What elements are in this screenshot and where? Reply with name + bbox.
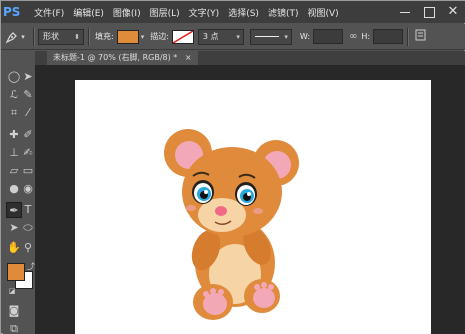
- stroke-label: 描边:: [150, 32, 169, 41]
- toe-pad: [261, 282, 267, 288]
- menu-edit[interactable]: 编辑(E): [73, 6, 104, 19]
- fill-color-swatch[interactable]: [116, 29, 139, 44]
- dodge-tool-icon[interactable]: ◉: [20, 181, 36, 197]
- chevron-down-icon: ▾: [140, 32, 145, 41]
- menu-file[interactable]: 文件(F): [34, 6, 64, 19]
- toe-pad: [254, 284, 260, 290]
- maximize-button[interactable]: [422, 5, 436, 19]
- history-brush-tool-icon[interactable]: ✍: [20, 145, 36, 161]
- tool-mode-value: 形状: [43, 32, 59, 41]
- menu-type[interactable]: 文字(Y): [189, 6, 220, 19]
- eye-highlight: [247, 192, 251, 196]
- cheek: [186, 205, 196, 211]
- ellipse-tool-icon[interactable]: ⬭: [20, 220, 36, 236]
- default-colors-icon[interactable]: ◪: [4, 283, 20, 299]
- cheek: [253, 208, 263, 214]
- separator: [407, 27, 409, 46]
- height-label: H:: [361, 32, 371, 41]
- minimize-button[interactable]: [398, 5, 412, 19]
- stroke-line-preview: [254, 36, 279, 37]
- photoshop-window: PS 文件(F) 编辑(E) 图像(I) 图层(L) 文字(Y) 选择(S) 滤…: [0, 0, 465, 334]
- close-button[interactable]: ✕: [446, 5, 460, 19]
- chevron-down-icon: ▾: [284, 32, 288, 41]
- document-canvas[interactable]: [75, 80, 431, 334]
- type-tool-icon[interactable]: T: [20, 202, 36, 218]
- chevron-down-icon: ▾: [236, 32, 240, 41]
- menu-view[interactable]: 视图(V): [307, 6, 338, 19]
- separator: [33, 27, 34, 46]
- path-operations-button[interactable]: [414, 29, 430, 45]
- stroke-width-value: 3 点: [202, 32, 219, 41]
- document-tab-title: 未标题-1 @ 70% (右脚, RGB/8) *: [53, 53, 178, 62]
- menu-bar: PS 文件(F) 编辑(E) 图像(I) 图层(L) 文字(Y) 选择(S) 滤…: [1, 1, 465, 23]
- move-tool-icon[interactable]: ➤: [20, 69, 36, 85]
- updown-arrow-icon: ⬍: [74, 32, 80, 41]
- tab-close-icon[interactable]: ×: [185, 53, 192, 62]
- toolbox: ◯ ➤ ℒ ✎ ⌗ ⁄ ✚ ✐ ⊥ ✍ ▱ ▭ ● ◉ ✒ T ➤ ⬭ ✋ ⚲ …: [3, 65, 35, 334]
- menu-select[interactable]: 选择(S): [228, 6, 259, 19]
- toe-pad: [268, 284, 274, 290]
- brush-tool-icon[interactable]: ✐: [20, 127, 36, 143]
- link-icon[interactable]: ∞: [349, 31, 357, 42]
- pen-icon: [5, 31, 18, 43]
- tool-mode-select[interactable]: 形状 ⬍: [38, 28, 84, 45]
- pen-tool-preset-button[interactable]: ▾: [1, 26, 29, 48]
- zoom-tool-icon[interactable]: ⚲: [20, 240, 36, 256]
- no-color-slash-icon: [172, 30, 193, 43]
- fill-label: 填充:: [95, 32, 114, 41]
- ps-logo: PS: [3, 5, 21, 19]
- toe-pad: [203, 291, 209, 297]
- quick-mask-icon[interactable]: ◙: [6, 303, 22, 319]
- stroke-type-select[interactable]: ▾: [249, 28, 292, 45]
- bear-illustration: [164, 129, 299, 320]
- width-label: W:: [299, 32, 311, 41]
- bear-nose: [215, 206, 227, 216]
- chevron-down-icon: ▾: [21, 32, 25, 41]
- screen-mode-icon[interactable]: ⧉: [6, 321, 22, 334]
- path-operations-icon: [415, 29, 426, 40]
- separator: [88, 27, 89, 46]
- eye-highlight: [204, 190, 208, 194]
- menu-layer[interactable]: 图层(L): [150, 6, 180, 19]
- height-input[interactable]: [373, 29, 404, 44]
- width-input[interactable]: [313, 29, 344, 44]
- workspace: [35, 65, 465, 334]
- document-tab[interactable]: 未标题-1 @ 70% (右脚, RGB/8) * ×: [47, 51, 198, 65]
- stroke-width-field[interactable]: 3 点 ▾: [197, 28, 244, 45]
- toe-pad: [210, 288, 216, 294]
- quick-select-tool-icon[interactable]: ✎: [20, 87, 36, 103]
- options-bar: ▾ 形状 ⬍ 填充: ▾ 描边: 3 点 ▾ ▾ W: ∞ H:: [1, 24, 465, 50]
- document-tab-bar: 未标题-1 @ 70% (右脚, RGB/8) * ×: [35, 51, 465, 65]
- menu-image[interactable]: 图像(I): [113, 6, 141, 19]
- toe-pad: [218, 289, 224, 295]
- stroke-color-swatch[interactable]: [171, 29, 194, 44]
- menu-filter[interactable]: 滤镜(T): [268, 6, 299, 19]
- bear-right-foot-pad: [253, 288, 275, 308]
- gradient-tool-icon[interactable]: ▭: [20, 163, 36, 179]
- window-controls: ✕: [398, 1, 460, 23]
- eyedropper-tool-icon[interactable]: ⁄: [20, 105, 36, 121]
